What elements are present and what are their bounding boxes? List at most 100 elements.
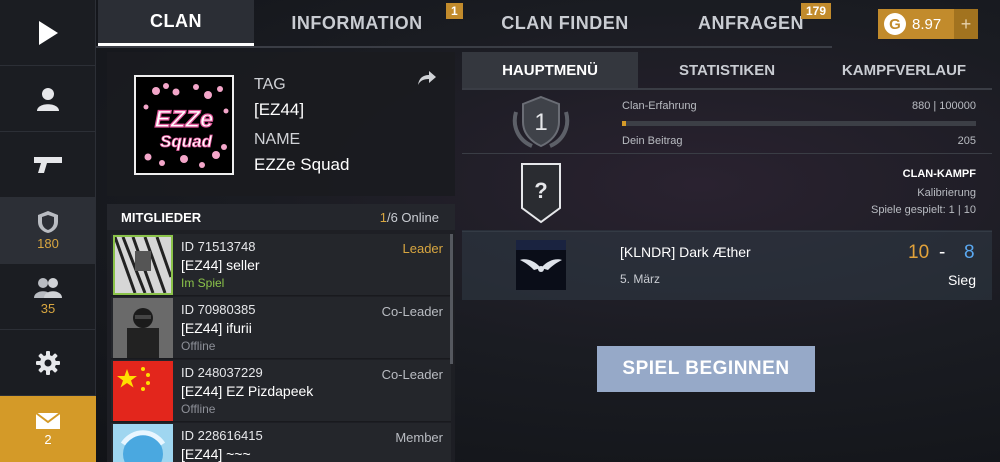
clan-experience-value: 880 | 100000 <box>911 100 976 112</box>
china-flag-icon <box>113 361 173 421</box>
mail-button[interactable]: 2 <box>0 396 96 462</box>
member-name: [EZ44] seller <box>181 257 260 273</box>
tab-clan[interactable]: CLAN <box>98 0 254 46</box>
friends-count: 35 <box>40 301 56 316</box>
tab-statistiken[interactable]: STATISTIKEN <box>638 52 816 88</box>
group-icon <box>34 278 62 298</box>
clan-tag: [EZ44] <box>254 100 305 119</box>
user-icon <box>37 87 59 111</box>
tab-kampfverlauf-label: KAMPFVERLAUF <box>841 61 967 79</box>
member-name: [EZ44] ifurii <box>181 320 252 336</box>
member-row[interactable]: ID 228616415 [EZ44] ~~~ Member <box>111 423 451 462</box>
pistol-icon <box>34 156 62 173</box>
share-icon[interactable] <box>417 70 437 86</box>
clan-experience-label: Clan-Erfahrung <box>622 100 697 112</box>
tab-kampfverlauf[interactable]: KAMPFVERLAUF <box>816 52 992 88</box>
match-date: 5. März <box>620 272 661 286</box>
member-avatar <box>113 424 173 462</box>
profile-button[interactable] <box>0 66 96 132</box>
member-row[interactable]: ID 71513748 [EZ44] seller Im Spiel Leade… <box>111 234 451 296</box>
friends-button[interactable]: 35 <box>0 264 96 330</box>
tab-clan-label: CLAN <box>150 11 202 31</box>
member-status: Offline <box>181 402 216 416</box>
gold-coin-icon: G <box>884 13 906 35</box>
left-nav: 180 35 2 <box>0 0 96 462</box>
member-row[interactable]: ID 248037229 [EZ44] EZ Pizdapeek Offline… <box>111 360 451 422</box>
member-status: Im Spiel <box>181 276 225 290</box>
members-scrollbar[interactable] <box>450 234 453 364</box>
member-avatar <box>113 361 173 421</box>
contribution-label: Dein Beitrag <box>622 135 683 147</box>
members-title: MITGLIEDER <box>121 210 202 225</box>
settings-button[interactable] <box>0 330 96 396</box>
mail-count: 2 <box>44 431 52 447</box>
member-id: ID 71513748 <box>181 239 256 254</box>
play-icon <box>39 20 58 45</box>
tab-clan-finden-label: CLAN FINDEN <box>501 12 629 33</box>
tab-hauptmenue[interactable]: HAUPTMENÜ <box>462 52 638 88</box>
clan-points: 180 <box>37 236 59 251</box>
tab-statistiken-label: STATISTIKEN <box>678 61 776 79</box>
members-online: 1/6 Online <box>380 210 439 225</box>
last-match-row[interactable]: [KLNDR] Dark Æther 5. März 10 - 8 Sieg <box>462 230 992 300</box>
gold-balance: G 8.97 + <box>878 9 978 39</box>
top-tabs: CLAN INFORMATION 1 CLAN FINDEN ANFRAGEN … <box>96 0 832 48</box>
unranked-shield-icon: ? <box>521 163 561 224</box>
add-gold-button[interactable]: + <box>954 9 978 39</box>
member-avatar <box>113 298 173 358</box>
clan-war-row: ? CLAN-KAMPF Kalibrierung Spiele gespiel… <box>462 156 992 232</box>
clan-rank: 1 <box>534 109 547 136</box>
member-role: Member <box>395 430 443 445</box>
tab-hauptmenue-label: HAUPTMENÜ <box>502 61 598 79</box>
clan-logo: EZZe Squad <box>134 75 234 175</box>
clan-logo-text-2: Squad <box>160 132 213 151</box>
clan-war-calibration: Kalibrierung <box>917 187 976 199</box>
sub-tabs: HAUPTMENÜ STATISTIKEN KAMPFVERLAUF <box>462 52 992 90</box>
opponent-score: 8 <box>964 242 975 263</box>
member-avatar <box>113 235 173 295</box>
gear-icon <box>36 350 60 375</box>
opponent-clan-logo <box>516 240 566 290</box>
member-name: [EZ44] ~~~ <box>181 446 251 462</box>
tab-anfragen-label: ANFRAGEN <box>698 12 804 33</box>
member-id: ID 70980385 <box>181 302 256 317</box>
own-score: 10 <box>908 242 930 263</box>
members-panel: MITGLIEDER 1/6 Online ID 71513748 [EZ44]… <box>107 204 455 462</box>
clan-war-games-played: Spiele gespielt: 1 | 10 <box>871 204 976 216</box>
member-status: Offline <box>181 339 216 353</box>
score-separator: - <box>939 242 946 263</box>
tab-information-label: INFORMATION <box>291 12 423 33</box>
member-id: ID 248037229 <box>181 365 263 380</box>
clan-war-title: CLAN-KAMPF <box>902 168 976 180</box>
member-row[interactable]: ID 70980385 [EZ44] ifurii Offline Co-Lea… <box>111 297 451 359</box>
anfragen-badge: 179 <box>801 3 832 19</box>
clan-tag-label: TAG <box>254 76 286 93</box>
start-game-button[interactable]: SPIEL BEGINNEN <box>597 346 815 392</box>
winged-logo-icon <box>516 240 566 290</box>
member-role: Co-Leader <box>381 367 443 382</box>
clan-experience-bar <box>622 121 976 126</box>
member-name: [EZ44] EZ Pizdapeek <box>181 383 314 399</box>
tab-information[interactable]: INFORMATION <box>254 0 460 46</box>
war-rank-symbol: ? <box>534 178 547 203</box>
match-result: Sieg <box>947 272 976 288</box>
member-role: Co-Leader <box>381 304 443 319</box>
contribution-value: 205 <box>957 135 976 147</box>
member-role: Leader <box>402 241 443 256</box>
member-id: ID 228616415 <box>181 428 263 443</box>
weapons-button[interactable] <box>0 132 96 198</box>
play-button[interactable] <box>0 0 96 66</box>
clan-name-label: NAME <box>254 131 301 148</box>
clan-button[interactable]: 180 <box>0 198 96 264</box>
rank-emblem-icon: 1 <box>512 95 570 148</box>
clan-experience-fill <box>622 121 627 126</box>
clan-info-card: EZZe Squad TAG [EZ44] NAME EZZe Squad <box>107 52 455 196</box>
mail-icon <box>35 411 61 429</box>
clan-logo-text-1: EZZe <box>155 106 214 133</box>
clan-name: EZZe Squad <box>254 155 350 174</box>
gold-amount: 8.97 <box>912 15 942 33</box>
tab-clan-finden[interactable]: CLAN FINDEN <box>460 0 670 46</box>
clan-shield-icon <box>38 211 58 233</box>
clan-experience-row: 1 Clan-Erfahrung 880 | 100000 Dein Beitr… <box>462 92 992 154</box>
online-count: 1 <box>379 210 387 225</box>
